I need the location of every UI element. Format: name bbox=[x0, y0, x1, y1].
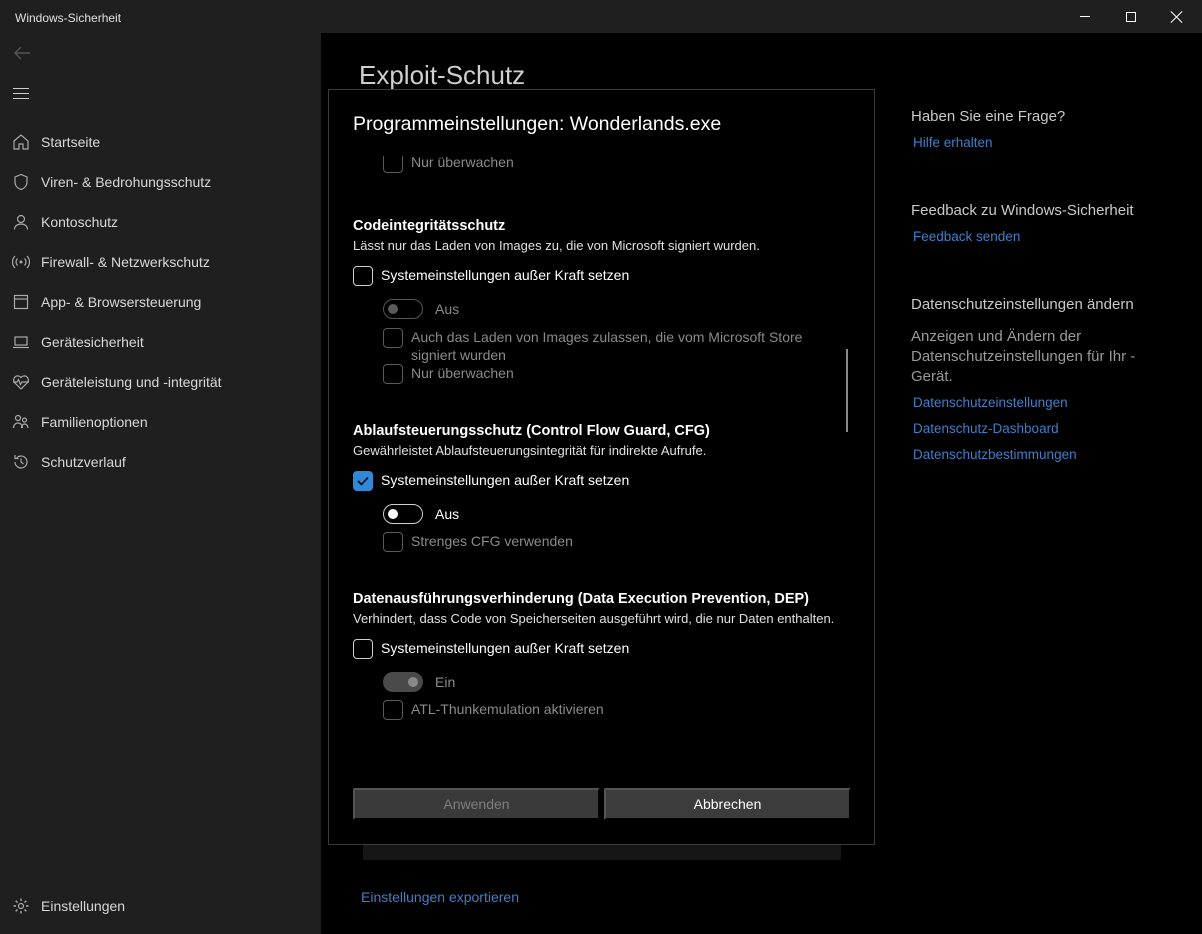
apply-button[interactable]: Anwenden bbox=[353, 788, 600, 820]
checkbox[interactable] bbox=[353, 639, 373, 659]
toggle-switch[interactable] bbox=[383, 504, 423, 524]
minimize-button[interactable] bbox=[1062, 0, 1108, 33]
option-label: Strenges CFG verwenden bbox=[411, 533, 573, 549]
sidebar-item-device-performance[interactable]: Geräteleistung und -integrität bbox=[0, 362, 321, 402]
sidebar-item-protection-history[interactable]: Schutzverlauf bbox=[0, 442, 321, 482]
family-icon bbox=[0, 413, 41, 431]
checkbox[interactable] bbox=[383, 364, 403, 384]
privacy-settings-link[interactable]: Datenschutzeinstellungen bbox=[913, 395, 1068, 410]
checkbox-checked[interactable] bbox=[353, 471, 373, 491]
laptop-icon bbox=[0, 333, 41, 351]
audit-only-option-partial[interactable]: Nur überwachen bbox=[383, 156, 514, 173]
option-label: Auch das Laden von Images zulassen, die … bbox=[411, 329, 803, 363]
sidebar: Startseite Viren- & Bedrohungsschutz Kon… bbox=[0, 33, 321, 934]
wifi-icon bbox=[0, 253, 41, 271]
sidebar-item-label: Startseite bbox=[41, 134, 101, 150]
section-description: Gewährleistet Ablaufsteuerungsintegrität… bbox=[353, 443, 707, 458]
code-integrity-toggle[interactable]: Aus bbox=[383, 299, 459, 319]
checkbox-label: Systemeinstellungen außer Kraft setzen bbox=[381, 640, 630, 656]
strict-cfg-checkbox[interactable]: Strenges CFG verwenden bbox=[383, 532, 573, 552]
gear-icon bbox=[0, 897, 41, 915]
scrollbar[interactable] bbox=[846, 349, 848, 432]
heart-pulse-icon bbox=[0, 373, 41, 391]
person-icon bbox=[0, 213, 41, 231]
sidebar-item-virus-protection[interactable]: Viren- & Bedrohungsschutz bbox=[0, 162, 321, 202]
dialog-title: Programmeinstellungen: Wonderlands.exe bbox=[353, 113, 722, 135]
question-heading: Haben Sie eine Frage? bbox=[911, 108, 1066, 125]
export-settings-link[interactable]: Einstellungen exportieren bbox=[361, 889, 519, 905]
app-title: Windows-Sicherheit bbox=[15, 11, 122, 25]
sidebar-item-label: App- & Browsersteuerung bbox=[41, 294, 202, 310]
checkbox-label: Systemeinstellungen außer Kraft setzen bbox=[381, 267, 630, 283]
privacy-description: Anzeigen und Ändern der Datenschutzeinst… bbox=[911, 328, 1136, 385]
section-title-cfg: Ablaufsteuerungsschutz (Control Flow Gua… bbox=[353, 423, 710, 439]
section-description: Lässt nur das Laden von Images zu, die v… bbox=[353, 238, 760, 253]
option-label: ATL-Thunkemulation aktivieren bbox=[411, 701, 604, 717]
override-system-settings-checkbox[interactable]: Systemeinstellungen außer Kraft setzen bbox=[353, 266, 629, 286]
checkbox-label: Systemeinstellungen außer Kraft setzen bbox=[381, 472, 630, 488]
feedback-heading: Feedback zu Windows-Sicherheit bbox=[911, 202, 1134, 219]
checkbox[interactable] bbox=[383, 532, 403, 552]
dep-toggle[interactable]: Ein bbox=[383, 672, 455, 692]
checkbox[interactable] bbox=[383, 700, 403, 720]
option-label: Nur überwachen bbox=[411, 365, 514, 381]
page-title: Exploit-Schutz bbox=[359, 60, 526, 90]
app-window-icon bbox=[0, 293, 41, 311]
sidebar-item-label: Firewall- & Netzwerkschutz bbox=[41, 254, 210, 270]
checkbox[interactable] bbox=[383, 156, 403, 173]
sidebar-item-label: Gerätesicherheit bbox=[41, 334, 144, 350]
option-label: Nur überwachen bbox=[411, 156, 514, 170]
feedback-link[interactable]: Feedback senden bbox=[913, 229, 1020, 244]
shield-icon bbox=[0, 173, 41, 191]
toggle-label: Aus bbox=[435, 506, 460, 522]
sidebar-item-firewall[interactable]: Firewall- & Netzwerkschutz bbox=[0, 242, 321, 282]
cfg-toggle[interactable]: Aus bbox=[383, 504, 459, 524]
home-icon bbox=[0, 133, 41, 151]
audit-only-checkbox[interactable]: Nur überwachen bbox=[383, 364, 514, 384]
sidebar-item-settings[interactable]: Einstellungen bbox=[0, 886, 321, 926]
sidebar-item-device-security[interactable]: Gerätesicherheit bbox=[0, 322, 321, 362]
program-settings-dialog: Programmeinstellungen: Wonderlands.exe N… bbox=[328, 89, 875, 845]
toggle-label: Aus bbox=[435, 301, 460, 317]
hamburger-menu-icon[interactable] bbox=[13, 88, 29, 100]
maximize-button[interactable] bbox=[1108, 0, 1154, 33]
privacy-statement-link[interactable]: Datenschutzbestimmungen bbox=[913, 447, 1077, 462]
toggle-switch[interactable] bbox=[383, 299, 423, 319]
checkbox[interactable] bbox=[353, 266, 373, 286]
toggle-switch[interactable] bbox=[383, 672, 423, 692]
settings-label: Einstellungen bbox=[41, 898, 126, 914]
override-system-settings-checkbox[interactable]: Systemeinstellungen außer Kraft setzen bbox=[353, 471, 629, 491]
privacy-heading: Datenschutzeinstellungen ändern bbox=[911, 296, 1134, 313]
history-icon bbox=[0, 453, 41, 471]
sidebar-item-label: Viren- & Bedrohungsschutz bbox=[41, 174, 212, 190]
title-bar: Windows-Sicherheit bbox=[0, 0, 1202, 33]
section-title-code-integrity: Codeintegritätsschutz bbox=[353, 218, 506, 234]
cancel-button[interactable]: Abbrechen bbox=[604, 788, 851, 820]
checkmark-icon bbox=[357, 476, 369, 486]
override-system-settings-checkbox[interactable]: Systemeinstellungen außer Kraft setzen bbox=[353, 639, 629, 659]
privacy-dashboard-link[interactable]: Datenschutz-Dashboard bbox=[913, 421, 1059, 436]
sidebar-item-label: Geräteleistung und -integrität bbox=[41, 374, 222, 390]
minimize-icon bbox=[1080, 16, 1090, 17]
help-link[interactable]: Hilfe erhalten bbox=[913, 135, 993, 150]
back-arrow-icon[interactable] bbox=[12, 43, 32, 63]
atl-thunk-emulation-checkbox[interactable]: ATL-Thunkemulation aktivieren bbox=[383, 700, 604, 720]
close-button[interactable] bbox=[1154, 0, 1200, 33]
sidebar-item-label: Familienoptionen bbox=[41, 414, 148, 430]
maximize-icon bbox=[1126, 11, 1136, 22]
sidebar-item-account-protection[interactable]: Kontoschutz bbox=[0, 202, 321, 242]
sidebar-item-family-options[interactable]: Familienoptionen bbox=[0, 402, 321, 442]
close-icon bbox=[1171, 11, 1183, 23]
sidebar-item-app-browser[interactable]: App- & Browsersteuerung bbox=[0, 282, 321, 322]
section-title-dep: Datenausführungsverhinderung (Data Execu… bbox=[353, 591, 810, 607]
sidebar-item-label: Kontoschutz bbox=[41, 214, 119, 230]
sidebar-item-label: Schutzverlauf bbox=[41, 454, 126, 470]
allow-store-signed-images-checkbox[interactable]: Auch das Laden von Images zulassen, die … bbox=[383, 328, 811, 364]
checkbox[interactable] bbox=[383, 328, 403, 348]
section-description: Verhindert, dass Code von Speicherseiten… bbox=[353, 611, 835, 626]
toggle-label: Ein bbox=[435, 674, 456, 690]
sidebar-item-home[interactable]: Startseite bbox=[0, 122, 321, 162]
dialog-scroll-area[interactable]: Nur überwachen Codeintegritätsschutz Läs… bbox=[329, 156, 874, 776]
